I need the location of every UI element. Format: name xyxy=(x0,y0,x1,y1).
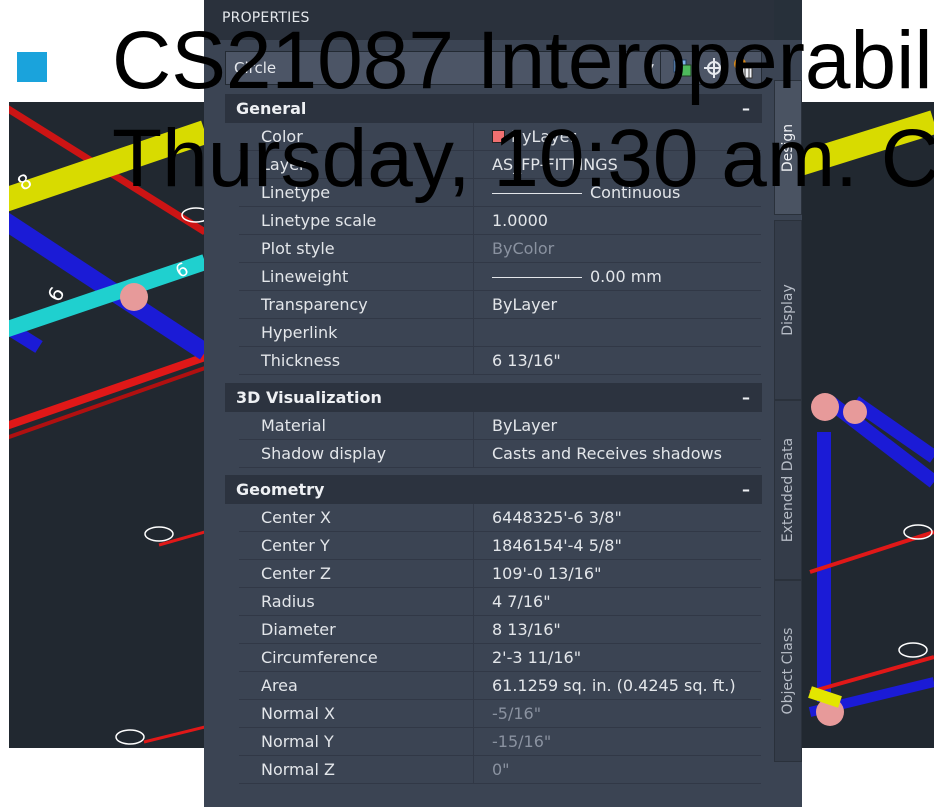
section-title: General xyxy=(236,99,307,118)
property-normal-y[interactable]: Normal Y -15/16" xyxy=(239,728,761,756)
pipe-drawing-right xyxy=(800,110,934,726)
property-name: Layer xyxy=(261,155,306,174)
property-color[interactable]: Color ByLayer xyxy=(239,123,761,151)
property-center-y[interactable]: Center Y 1846154'-4 5/8" xyxy=(239,532,761,560)
bullet-icon xyxy=(17,52,47,82)
collapse-icon[interactable]: – xyxy=(742,475,750,504)
property-value: 2'-3 11/16" xyxy=(492,648,582,667)
toggle-pickadd-icon[interactable] xyxy=(732,56,756,80)
property-area[interactable]: Area 61.1259 sq. in. (0.4245 sq. ft.) xyxy=(239,672,761,700)
tab-display[interactable]: Display xyxy=(774,220,802,400)
property-name: Plot style xyxy=(261,239,335,258)
property-value: 1846154'-4 5/8" xyxy=(492,536,622,555)
property-name: Circumference xyxy=(261,648,378,667)
property-normal-z[interactable]: Normal Z 0" xyxy=(239,756,761,784)
tab-label: Extended Data xyxy=(780,437,796,543)
tab-design[interactable]: Design xyxy=(774,80,802,215)
tab-object-class[interactable]: Object Class xyxy=(774,580,802,762)
tab-label: Object Class xyxy=(780,627,796,715)
property-name: Thickness xyxy=(261,351,341,370)
property-name: Normal Z xyxy=(261,760,335,779)
tab-label: Design xyxy=(780,123,796,172)
property-value: ByLayer xyxy=(492,127,576,146)
property-name: Linetype xyxy=(261,183,331,202)
property-circumference[interactable]: Circumference 2'-3 11/16" xyxy=(239,644,761,672)
property-value: 0.00 mm xyxy=(492,267,662,286)
select-objects-icon[interactable] xyxy=(702,56,726,80)
property-center-x[interactable]: Center X 6448325'-6 3/8" xyxy=(239,504,761,532)
property-name: Radius xyxy=(261,592,315,611)
property-layer[interactable]: Layer AS_FP-FITTINGS xyxy=(239,151,761,179)
line-preview-icon xyxy=(492,277,582,278)
collapse-icon[interactable]: – xyxy=(742,94,750,123)
property-value: 6 13/16" xyxy=(492,351,561,370)
section-general-header[interactable]: General – xyxy=(225,94,762,123)
property-value: 61.1259 sq. in. (0.4245 sq. ft.) xyxy=(492,676,736,695)
property-thickness[interactable]: Thickness 6 13/16" xyxy=(239,347,761,375)
section-geometry-header[interactable]: Geometry – xyxy=(225,475,762,504)
property-name: Center Z xyxy=(261,564,331,583)
property-name: Transparency xyxy=(261,295,368,314)
section-title: Geometry xyxy=(236,480,325,499)
property-value: ByLayer xyxy=(492,416,558,435)
property-transparency[interactable]: Transparency ByLayer xyxy=(239,291,761,319)
section-title: 3D Visualization xyxy=(236,388,382,407)
pipe-drawing: 8 6 6 xyxy=(9,105,205,745)
palette-header[interactable]: PROPERTIES xyxy=(204,0,774,40)
property-name: Lineweight xyxy=(261,267,349,286)
color-swatch-icon xyxy=(492,130,505,143)
property-linetype-scale[interactable]: Linetype scale 1.0000 xyxy=(239,207,761,235)
property-value: 1.0000 xyxy=(492,211,548,230)
property-name: Material xyxy=(261,416,326,435)
property-hyperlink[interactable]: Hyperlink xyxy=(239,319,761,347)
property-value: -5/16" xyxy=(492,704,542,723)
property-linetype[interactable]: Linetype Continuous xyxy=(239,179,761,207)
property-value: Continuous xyxy=(492,183,680,202)
property-name: Center X xyxy=(261,508,331,527)
property-normal-x[interactable]: Normal X -5/16" xyxy=(239,700,761,728)
property-shadow-display[interactable]: Shadow display Casts and Receives shadow… xyxy=(239,440,761,468)
property-value: 8 13/16" xyxy=(492,620,561,639)
property-value: -15/16" xyxy=(492,732,552,751)
property-name: Color xyxy=(261,127,303,146)
property-value: 6448325'-6 3/8" xyxy=(492,508,622,527)
property-name: Diameter xyxy=(261,620,336,639)
palette-title: PROPERTIES xyxy=(222,10,310,26)
property-value: ByColor xyxy=(492,239,555,258)
palette-titlebar-strip[interactable] xyxy=(774,0,802,40)
property-radius[interactable]: Radius 4 7/16" xyxy=(239,588,761,616)
property-value: 0" xyxy=(492,760,510,779)
property-diameter[interactable]: Diameter 8 13/16" xyxy=(239,616,761,644)
property-name: Shadow display xyxy=(261,444,387,463)
property-name: Hyperlink xyxy=(261,323,338,342)
property-name: Linetype scale xyxy=(261,211,377,230)
property-name: Center Y xyxy=(261,536,330,555)
object-type-value: Circle xyxy=(234,59,277,77)
properties-palette: PROPERTIES Circle ▼ General – Color ByLa… xyxy=(204,0,802,807)
object-type-dropdown[interactable]: Circle ▼ xyxy=(226,52,661,84)
property-plot-style[interactable]: Plot style ByColor xyxy=(239,235,761,263)
tab-label: Display xyxy=(780,284,796,336)
property-value: Casts and Receives shadows xyxy=(492,444,722,463)
property-value: ByLayer xyxy=(492,295,558,314)
property-material[interactable]: Material ByLayer xyxy=(239,412,761,440)
chevron-down-icon: ▼ xyxy=(644,61,654,75)
tab-extended-data[interactable]: Extended Data xyxy=(774,400,802,580)
line-preview-icon xyxy=(492,193,582,194)
property-name: Normal Y xyxy=(261,732,334,751)
property-value: 4 7/16" xyxy=(492,592,551,611)
model-viewport-left[interactable]: 8 6 6 xyxy=(9,102,205,748)
property-value: AS_FP-FITTINGS xyxy=(492,155,618,174)
property-lineweight[interactable]: Lineweight 0.00 mm xyxy=(239,263,761,291)
section-3d-visualization-header[interactable]: 3D Visualization – xyxy=(225,383,762,412)
object-type-row: Circle ▼ xyxy=(225,51,762,85)
model-viewport-right[interactable] xyxy=(800,102,934,748)
property-value: 109'-0 13/16" xyxy=(492,564,602,583)
property-name: Normal X xyxy=(261,704,335,723)
property-center-z[interactable]: Center Z 109'-0 13/16" xyxy=(239,560,761,588)
property-name: Area xyxy=(261,676,298,695)
collapse-icon[interactable]: – xyxy=(742,383,750,412)
quick-select-icon[interactable] xyxy=(671,56,695,80)
